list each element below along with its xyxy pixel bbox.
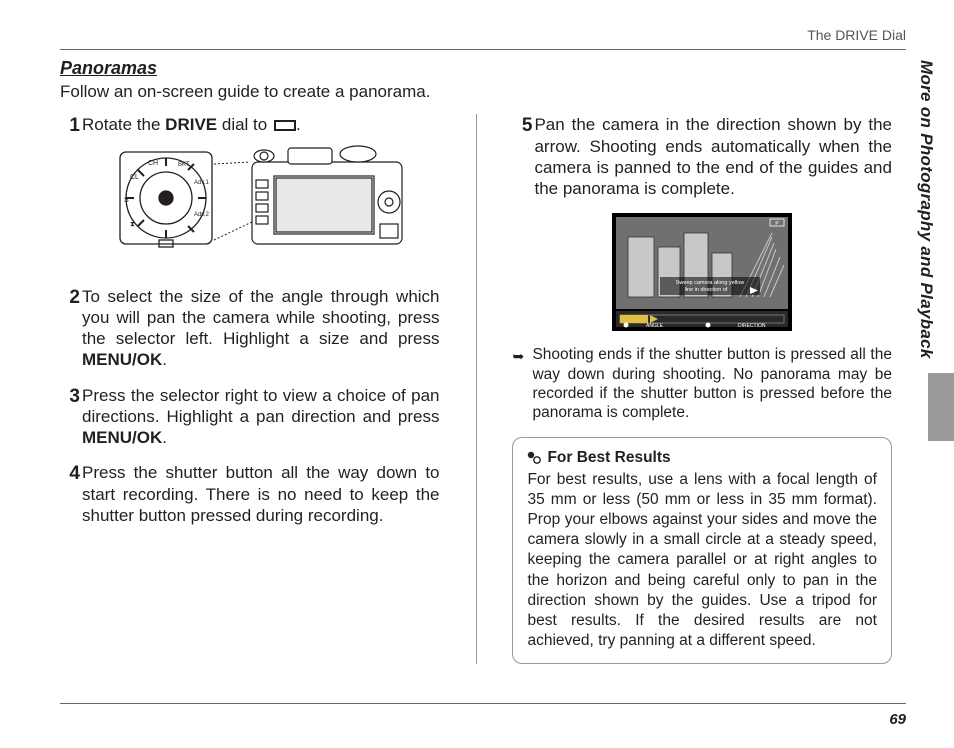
step-number: 3 [60,385,80,449]
step4-body: Press the shutter button all the way dow… [82,462,440,526]
panorama-screen-illustration: Sweep camera along yellow line in direct… [612,213,792,331]
step2-text-a: To select the size of the angle through … [82,287,440,349]
step1-drive: DRIVE [165,115,217,134]
svg-text:⧗: ⧗ [130,221,135,228]
step1-text-d: . [296,115,301,134]
footer-rule [60,703,906,704]
section-title: Panoramas [60,58,892,79]
step-number: 5 [512,114,532,199]
right-column: 5 Pan the camera in the direction shown … [512,114,892,664]
camera-dial-illustration: CH CL S ⧗ BKT Adv.1 Adv.2 [116,144,406,260]
chapter-side-label: More on Photography and Playback [916,60,936,359]
angle-label: ANGLE [646,323,664,329]
two-column-layout: 1 Rotate the DRIVE dial to . [60,114,892,664]
direction-label: DIRECTION [738,323,766,329]
manual-page: The DRIVE Dial More on Photography and P… [0,0,954,748]
step1-text-a: Rotate the [82,115,165,134]
step3-text-a: Press the selector right to view a choic… [82,386,440,426]
step-1: 1 Rotate the DRIVE dial to . [60,114,440,271]
step1-text-c: dial to [217,115,272,134]
tip-title: For Best Results [547,448,670,468]
note-icon: ➥ [512,348,526,423]
step-2: 2 To select the size of the angle throug… [60,286,440,371]
page-number: 69 [889,711,906,728]
pano-hint-line1: Sweep camera along yellow [676,280,745,286]
svg-text:S: S [124,197,129,204]
svg-text:Adv.2: Adv.2 [194,212,210,218]
step2-menuok: MENU/OK [82,350,162,369]
column-divider [476,114,477,664]
left-column: 1 Rotate the DRIVE dial to . [60,114,440,664]
note-body: Shooting ends if the shutter button is p… [532,345,892,423]
step3-menuok: MENU/OK [82,428,162,447]
svg-text:CL: CL [130,174,139,181]
content-area: Panoramas Follow an on-screen guide to c… [60,58,892,664]
step-5: 5 Pan the camera in the direction shown … [512,114,892,199]
svg-text:Adv.1: Adv.1 [194,180,210,186]
svg-text:CH: CH [148,160,158,167]
step-number: 4 [60,462,80,526]
tip-box: For Best Results For best results, use a… [512,437,892,664]
step5-body: Pan the camera in the direction shown by… [534,114,892,199]
step2-text-c: . [162,350,167,369]
step3-text-c: . [162,428,167,447]
pano-hint-line2: line in direction of [685,287,728,293]
step-3: 3 Press the selector right to view a cho… [60,385,440,449]
step-number: 1 [60,114,80,271]
header-rule [60,49,906,50]
tip-icon [527,451,541,465]
info-note: ➥ Shooting ends if the shutter button is… [512,345,892,423]
panorama-icon [274,120,296,131]
step-4: 4 Press the shutter button all the way d… [60,462,440,526]
svg-text:BKT: BKT [178,162,190,168]
tip-body: For best results, use a lens with a foca… [527,470,877,651]
thumb-tab [928,373,954,441]
running-head: The DRIVE Dial [807,27,906,43]
step-number: 2 [60,286,80,371]
section-intro: Follow an on-screen guide to create a pa… [60,81,892,102]
